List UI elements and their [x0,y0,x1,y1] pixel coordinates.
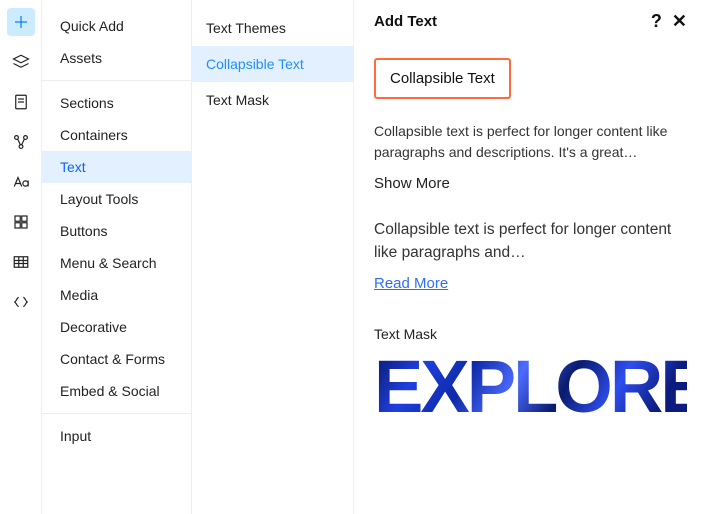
category-column: Quick Add Assets Sections Containers Tex… [42,0,192,514]
cat-decorative[interactable]: Decorative [42,311,191,343]
divider [42,413,191,414]
cat-input[interactable]: Input [42,420,191,452]
pages-icon[interactable] [7,88,35,116]
cat-assets[interactable]: Assets [42,42,191,74]
panel-actions: ? ✕ [651,12,687,30]
cat-sections[interactable]: Sections [42,87,191,119]
cat-text[interactable]: Text [42,151,191,183]
cat-layout-tools[interactable]: Layout Tools [42,183,191,215]
cat-contact-forms[interactable]: Contact & Forms [42,343,191,375]
preview-text-1[interactable]: Collapsible text is perfect for longer c… [374,121,687,163]
help-icon[interactable]: ? [651,12,662,30]
read-more-link[interactable]: Read More [374,275,448,292]
panel-header: Add Text ? ✕ [374,12,687,30]
sub-collapsible-text[interactable]: Collapsible Text [192,46,353,82]
cat-embed-social[interactable]: Embed & Social [42,375,191,407]
cat-quick-add[interactable]: Quick Add [42,10,191,42]
cat-media[interactable]: Media [42,279,191,311]
layers-icon[interactable] [7,48,35,76]
section-heading-text-mask: Text Mask [374,326,687,342]
show-more-button[interactable]: Show More [374,175,687,192]
grid-icon[interactable] [7,208,35,236]
subcategory-column: Text Themes Collapsible Text Text Mask [192,0,354,514]
divider [42,80,191,81]
cat-menu-search[interactable]: Menu & Search [42,247,191,279]
close-icon[interactable]: ✕ [672,12,687,30]
nodes-icon[interactable] [7,128,35,156]
cat-containers[interactable]: Containers [42,119,191,151]
typography-icon[interactable] [7,168,35,196]
add-element-icon[interactable] [7,8,35,36]
cat-buttons[interactable]: Buttons [42,215,191,247]
panel-title: Add Text [374,13,437,30]
section-heading-collapsible: Collapsible Text [374,58,511,99]
icon-rail [0,0,42,514]
table-icon[interactable] [7,248,35,276]
preview-text-2[interactable]: Collapsible text is perfect for longer c… [374,218,687,265]
main-panel: Add Text ? ✕ Collapsible Text Collapsibl… [354,0,707,514]
text-mask-preview[interactable]: EXPLORE [374,356,687,419]
sub-text-mask[interactable]: Text Mask [192,82,353,118]
sub-text-themes[interactable]: Text Themes [192,10,353,46]
code-icon[interactable] [7,288,35,316]
